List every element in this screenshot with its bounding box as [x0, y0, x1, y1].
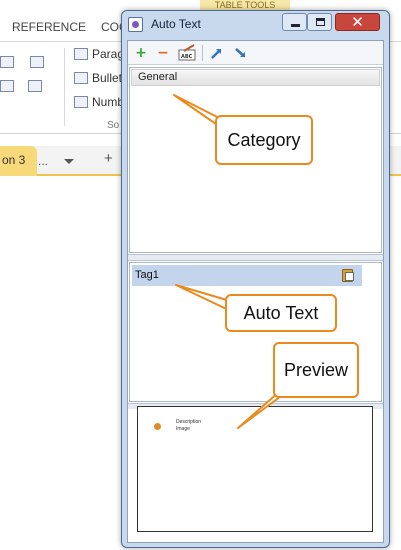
ribbon-divider [64, 48, 65, 126]
tag-item-label: Tag1 [135, 269, 159, 281]
clipboard-icon[interactable] [340, 268, 355, 282]
import-arrow-icon[interactable] [208, 44, 226, 62]
document-tab-active[interactable]: on 3 [0, 146, 37, 176]
paint-icon[interactable] [30, 56, 44, 68]
arrow-icon[interactable] [0, 80, 14, 92]
minimize-button[interactable] [282, 13, 307, 31]
window-titlebar[interactable]: Auto Text ✕ [122, 11, 389, 37]
auto-text-app-icon [128, 17, 143, 32]
style-icon[interactable] [0, 56, 14, 68]
preview-line-description: Description [176, 419, 202, 425]
maximize-icon [316, 18, 325, 26]
plus-icon[interactable]: + [132, 44, 150, 62]
cursor-select-icon[interactable] [28, 80, 42, 92]
callout-preview: Preview [273, 342, 359, 398]
preview-line-image: Image [176, 426, 190, 432]
list-item-tag1[interactable]: Tag1 [132, 265, 362, 286]
close-icon: ✕ [351, 13, 364, 31]
chevron-down-icon [64, 159, 74, 164]
tab-reference[interactable]: REFERENCE [12, 20, 86, 34]
numbering-icon [74, 96, 88, 108]
preview-text: Description Image [176, 419, 201, 433]
auto-text-window: Auto Text ✕ + − ABC General Tag1 Descrip… [121, 10, 390, 548]
minimize-icon [291, 24, 300, 27]
bullets-icon [74, 72, 88, 84]
spellcheck-icon[interactable]: ABC [178, 44, 198, 62]
category-header[interactable]: General [131, 69, 380, 86]
toolbar-divider [202, 45, 203, 61]
ribbon-group-label: So [107, 120, 120, 131]
svg-text:ABC: ABC [181, 54, 193, 60]
window-title: Auto Text [151, 17, 201, 31]
new-document-tab-button[interactable]: + [104, 150, 113, 167]
auto-text-toolbar: + − ABC [128, 41, 383, 65]
clipboard-paper [345, 272, 354, 281]
paragraph-icon [74, 48, 88, 60]
pane-splitter-top[interactable] [128, 254, 383, 261]
minus-icon[interactable]: − [154, 44, 172, 62]
callout-auto-text: Auto Text [225, 294, 337, 332]
document-tab-more-label: ... [38, 154, 49, 168]
close-button[interactable]: ✕ [335, 13, 380, 31]
preview-bullet-icon [154, 423, 161, 430]
document-tab-list[interactable]: ... [38, 151, 84, 172]
callout-category: Category [215, 115, 313, 165]
export-arrow-icon[interactable] [232, 44, 250, 62]
preview-pane: Description Image [137, 406, 373, 532]
maximize-button[interactable] [307, 13, 332, 31]
